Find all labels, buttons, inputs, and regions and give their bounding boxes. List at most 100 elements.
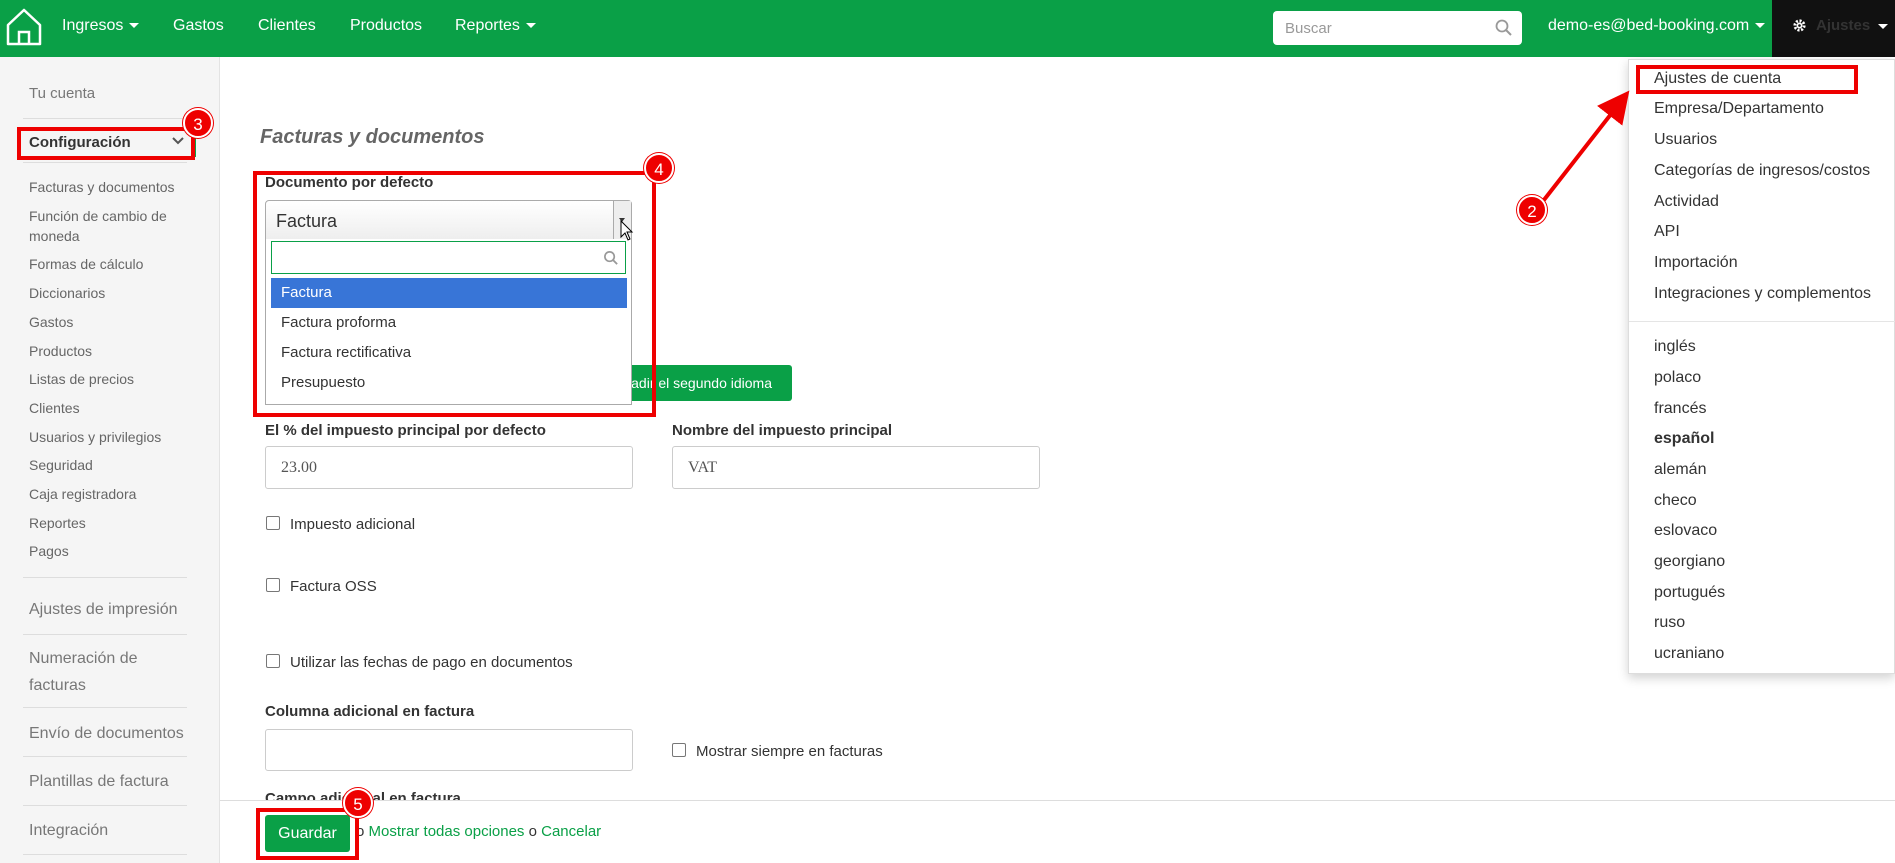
dropdown-search-input[interactable] bbox=[271, 241, 626, 274]
sidebar-sub-dictionaries[interactable]: Diccionarios bbox=[29, 283, 105, 303]
option-presupuesto[interactable]: Presupuesto bbox=[271, 368, 627, 398]
settings-button[interactable]: Ajustes bbox=[1772, 0, 1895, 57]
payment-dates-label: Utilizar las fechas de pago en documento… bbox=[290, 654, 573, 671]
language-russian[interactable]: ruso bbox=[1654, 614, 1685, 632]
search-icon[interactable] bbox=[1495, 19, 1512, 36]
separator-text: o bbox=[528, 823, 537, 840]
chevron-down-icon bbox=[1755, 23, 1766, 29]
language-german[interactable]: alemán bbox=[1654, 461, 1706, 479]
search-icon bbox=[604, 251, 618, 265]
page-title: Facturas y documentos bbox=[260, 126, 485, 148]
sidebar-item-print-settings[interactable]: Ajustes de impresión bbox=[29, 596, 178, 623]
language-french[interactable]: francés bbox=[1654, 400, 1706, 418]
default-document-label: Documento por defecto bbox=[265, 174, 434, 191]
menu-item-users[interactable]: Usuarios bbox=[1654, 131, 1717, 149]
nav-productos[interactable]: Productos bbox=[350, 0, 422, 57]
menu-item-api[interactable]: API bbox=[1654, 223, 1680, 241]
option-factura-rectificativa[interactable]: Factura rectificativa bbox=[271, 338, 627, 368]
top-navbar: Ingresos Gastos Clientes Productos Repor… bbox=[0, 0, 1895, 57]
home-button[interactable] bbox=[0, 0, 48, 57]
sidebar-item-label: Configuración bbox=[29, 134, 131, 151]
sidebar-sub-reports[interactable]: Reportes bbox=[29, 513, 86, 533]
sidebar-item-configuration[interactable]: Configuración bbox=[20, 127, 196, 157]
menu-item-activity[interactable]: Actividad bbox=[1654, 193, 1719, 211]
show-all-options-link[interactable]: Mostrar todas opciones bbox=[369, 823, 525, 840]
sidebar-divider bbox=[23, 118, 187, 119]
language-ukrainian[interactable]: ucraniano bbox=[1654, 645, 1724, 663]
settings-dropdown-menu: Ajustes de cuenta Empresa/Departamento U… bbox=[1628, 59, 1895, 674]
option-factura[interactable]: Factura bbox=[271, 278, 627, 308]
language-czech[interactable]: checo bbox=[1654, 492, 1697, 510]
sidebar-sub-expenses[interactable]: Gastos bbox=[29, 312, 73, 332]
user-menu[interactable]: demo-es@bed-booking.com bbox=[1548, 0, 1766, 57]
sidebar-divider bbox=[23, 707, 187, 708]
additional-tax-checkbox[interactable] bbox=[266, 516, 280, 530]
extra-column-label: Columna adicional en factura bbox=[265, 703, 475, 720]
chevron-down-icon bbox=[172, 137, 184, 145]
menu-item-integrations[interactable]: Integraciones y complementos bbox=[1654, 285, 1871, 303]
annotation-badge-5: 5 bbox=[343, 788, 373, 818]
nav-ingresos[interactable]: Ingresos bbox=[62, 0, 140, 57]
extra-column-input[interactable] bbox=[265, 729, 633, 771]
sidebar-divider bbox=[23, 756, 187, 757]
menu-item-categories[interactable]: Categorías de ingresos/costos bbox=[1654, 162, 1870, 180]
sidebar-sub-calculation[interactable]: Formas de cálculo bbox=[29, 254, 143, 274]
separator-text: o bbox=[356, 823, 365, 840]
default-document-select[interactable]: Factura bbox=[265, 200, 632, 240]
nav-clientes[interactable]: Clientes bbox=[258, 0, 316, 57]
save-button[interactable]: Guardar bbox=[265, 815, 350, 852]
annotation-badge-2: 2 bbox=[1517, 195, 1547, 225]
tax-percent-label: El % del impuesto principal por defecto bbox=[265, 422, 546, 439]
sidebar-divider bbox=[23, 805, 187, 806]
language-slovak[interactable]: eslovaco bbox=[1654, 522, 1717, 540]
oss-invoice-checkbox[interactable] bbox=[266, 578, 280, 592]
nav-reportes[interactable]: Reportes bbox=[455, 0, 536, 57]
language-georgian[interactable]: georgiano bbox=[1654, 553, 1725, 571]
additional-tax-label: Impuesto adicional bbox=[290, 516, 416, 533]
menu-item-import[interactable]: Importación bbox=[1654, 254, 1738, 272]
sidebar-item-document-sending[interactable]: Envío de documentos bbox=[29, 720, 184, 747]
annotation-badge-4: 4 bbox=[644, 153, 674, 183]
sidebar-sub-clients[interactable]: Clientes bbox=[29, 398, 80, 418]
tax-percent-input[interactable]: 23.00 bbox=[265, 446, 633, 489]
tax-name-label: Nombre del impuesto principal bbox=[672, 422, 893, 439]
settings-label: Ajustes bbox=[1816, 17, 1871, 34]
sidebar-sub-cashregister[interactable]: Caja registradora bbox=[29, 484, 136, 504]
sidebar-sub-security[interactable]: Seguridad bbox=[29, 455, 93, 475]
language-spanish[interactable]: español bbox=[1654, 430, 1714, 448]
cancel-link[interactable]: Cancelar bbox=[541, 823, 601, 840]
language-english[interactable]: inglés bbox=[1654, 338, 1696, 356]
nav-gastos[interactable]: Gastos bbox=[173, 0, 224, 57]
sidebar-divider bbox=[23, 577, 187, 578]
payment-dates-checkbox[interactable] bbox=[266, 654, 280, 668]
chevron-down-icon bbox=[129, 23, 140, 29]
bottom-links: o Mostrar todas opciones o Cancelar bbox=[356, 823, 601, 840]
language-polish[interactable]: polaco bbox=[1654, 369, 1701, 387]
select-value: Factura bbox=[276, 211, 338, 231]
sidebar-divider bbox=[23, 854, 187, 855]
sidebar-item-invoice-templates[interactable]: Plantillas de factura bbox=[29, 768, 169, 795]
document-options-dropdown: Factura Factura proforma Factura rectifi… bbox=[265, 239, 632, 405]
menu-item-company[interactable]: Empresa/Departamento bbox=[1654, 100, 1824, 118]
chevron-down-icon bbox=[1878, 24, 1888, 29]
sidebar-item-integration[interactable]: Integración bbox=[29, 817, 108, 844]
sidebar-account-link[interactable]: Tu cuenta bbox=[29, 85, 95, 102]
mouse-cursor-icon bbox=[620, 220, 634, 241]
option-factura-proforma[interactable]: Factura proforma bbox=[271, 308, 627, 338]
sidebar-divider bbox=[23, 634, 187, 635]
sidebar-item-invoice-numbering[interactable]: Numeración de facturas bbox=[29, 645, 149, 699]
sidebar-sub-pricelists[interactable]: Listas de precios bbox=[29, 369, 134, 389]
sidebar-sub-payments[interactable]: Pagos bbox=[29, 541, 69, 561]
sidebar-sub-users[interactable]: Usuarios y privilegios bbox=[29, 427, 161, 447]
always-show-checkbox[interactable] bbox=[672, 743, 686, 757]
oss-invoice-label: Factura OSS bbox=[290, 578, 377, 595]
sidebar-sub-products[interactable]: Productos bbox=[29, 341, 92, 361]
home-icon bbox=[6, 8, 42, 46]
chevron-down-icon bbox=[525, 23, 536, 29]
language-portuguese[interactable]: portugués bbox=[1654, 584, 1725, 602]
sidebar-sub-invoices[interactable]: Facturas y documentos bbox=[29, 177, 175, 197]
menu-item-account-settings[interactable]: Ajustes de cuenta bbox=[1654, 70, 1781, 88]
search-input[interactable] bbox=[1273, 11, 1483, 45]
tax-name-input[interactable]: VAT bbox=[672, 446, 1040, 489]
sidebar-sub-currency[interactable]: Función de cambio de moneda bbox=[29, 206, 179, 246]
